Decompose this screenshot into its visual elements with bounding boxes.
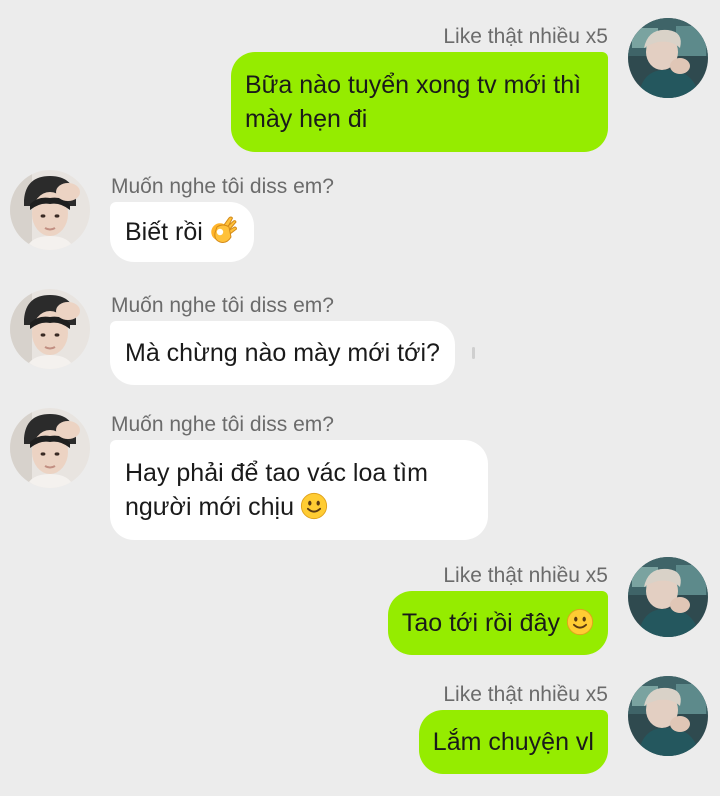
message-bubble-outgoing[interactable]: Lắm chuyện vl <box>418 710 608 774</box>
ok-hand-emoji <box>209 215 239 245</box>
slightly-smiling-face-emoji <box>566 608 594 636</box>
message-text: người mới chịu <box>125 493 295 521</box>
my-avatar[interactable] <box>628 557 708 637</box>
friend-avatar[interactable] <box>10 408 90 488</box>
message-text: Mà chừng nào mày mới tới? <box>125 339 440 367</box>
message-bubble-outgoing[interactable]: Tao tới rồi đây <box>387 591 608 655</box>
message-text: Tao tới rồi đây <box>401 609 560 637</box>
message-text: Hay phải để tao vác loa tìm <box>125 459 428 487</box>
friend-sender-name: Muốn nghe tôi diss em? <box>111 175 334 198</box>
message-text: Bữa nào tuyển xong tv mới thì <box>245 71 582 99</box>
my-sender-name: Like thật nhiều x5 <box>443 25 608 48</box>
friend-sender-name: Muốn nghe tôi diss em? <box>111 413 334 436</box>
friend-sender-name: Muốn nghe tôi diss em? <box>111 294 334 317</box>
message-status-indicator <box>472 347 475 359</box>
my-sender-name: Like thật nhiều x5 <box>443 683 608 706</box>
message-bubble-outgoing[interactable]: Bữa nào tuyển xong tv mới thì mày hẹn đi <box>231 52 608 152</box>
message-text: Lắm chuyện vl <box>432 728 594 756</box>
slightly-smiling-face-emoji <box>300 492 328 520</box>
message-text: mày hẹn đi <box>245 105 368 133</box>
message-bubble-incoming[interactable]: Hay phải để tao vác loa tìm người mới ch… <box>110 440 488 540</box>
my-avatar[interactable] <box>628 18 708 98</box>
friend-avatar[interactable] <box>10 170 90 250</box>
message-bubble-incoming[interactable]: Biết rồi <box>110 202 254 262</box>
friend-avatar[interactable] <box>10 289 90 369</box>
message-bubble-incoming[interactable]: Mà chừng nào mày mới tới? <box>110 321 455 385</box>
my-sender-name: Like thật nhiều x5 <box>443 564 608 587</box>
message-text: Biết rồi <box>125 218 203 246</box>
my-avatar[interactable] <box>628 676 708 756</box>
